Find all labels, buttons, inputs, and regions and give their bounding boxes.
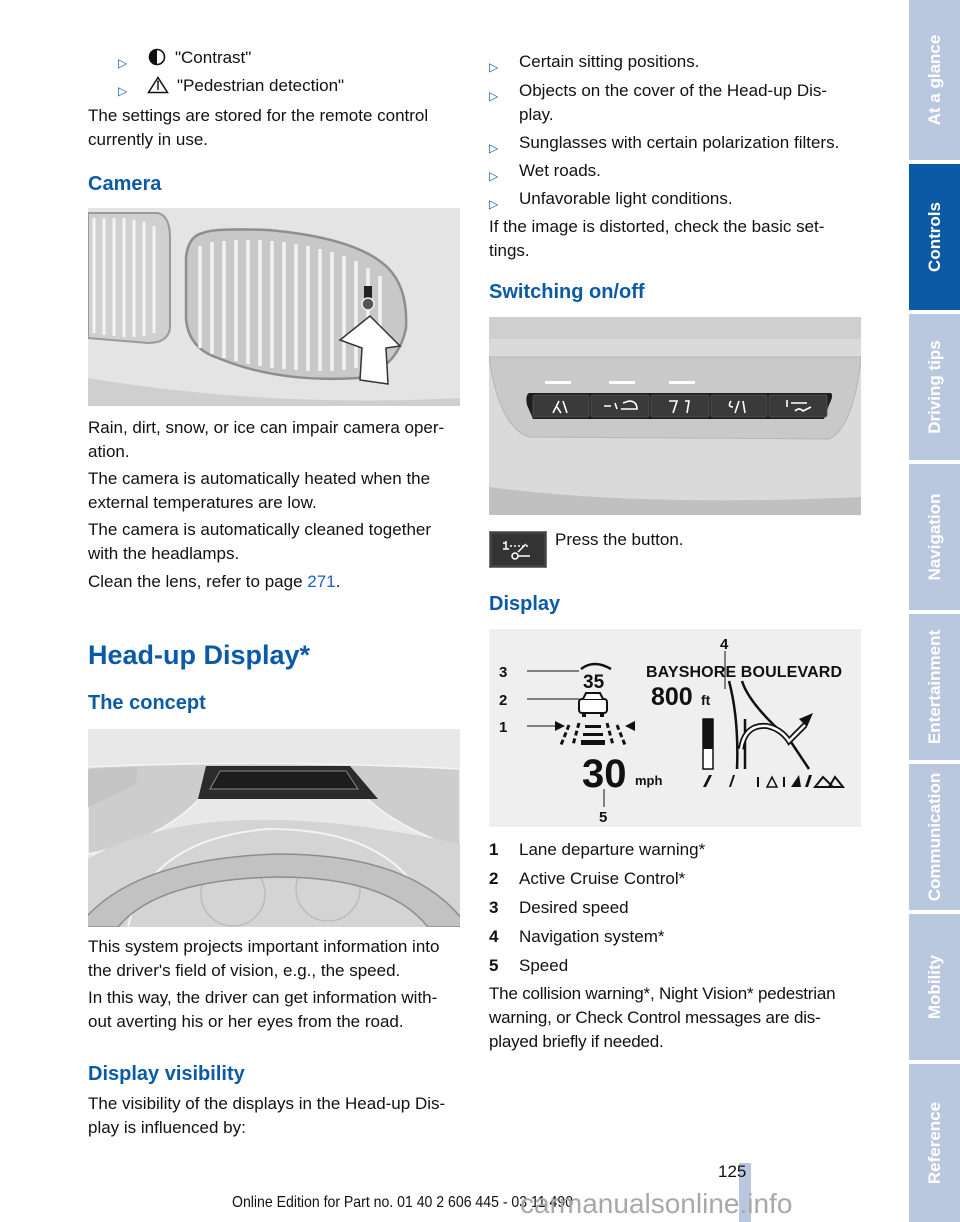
concept-heading: The concept [88,692,206,714]
tab-label: Mobility [924,954,944,1020]
camera-para: Rain, dirt, snow, or ice can impair came… [88,418,445,461]
button-panel-figure [489,317,861,515]
tab-communication[interactable]: Communication [909,764,960,910]
camera-grille-figure [88,208,460,406]
callout-5: 5 [599,809,607,826]
bullet-triangle-icon: ▷ [118,84,128,98]
clean-lens-para: Clean the lens, refer to page 271. [88,570,463,594]
switching-heading: Switching on/off [489,281,645,303]
distance-value: 800 [651,683,693,711]
visibility-heading: Display visibility [88,1063,245,1085]
callout-2: 2 [499,692,507,709]
bullet-triangle-icon: ▷ [489,60,499,74]
speed-unit: mph [635,773,663,788]
bullet-triangle-icon: ▷ [489,141,499,155]
influence-text: Certain sitting positions. [519,52,700,71]
legend-number: 1 [489,840,499,859]
legend-number: 2 [489,869,499,888]
camera-para: The camera is automatically heated when … [88,469,431,512]
street-name: BAYSHORE BOULEVARD [646,664,842,681]
tab-mobility[interactable]: Mobility [909,914,960,1060]
tab-at-a-glance[interactable]: At a glance [909,0,960,160]
camera-para: The camera is automatically cleaned toge… [88,520,432,563]
tab-label: Entertainment [924,629,944,745]
legend-text: Navigation system* [519,927,665,946]
bullet-text: "Pedestrian detection" [177,76,345,95]
tab-label: Driving tips [924,340,944,434]
current-speed: 30 [582,752,627,796]
hud-button-icon[interactable] [489,531,547,568]
closing-note: The collision warning*, Night Vision* pe… [489,984,836,1051]
bullet-triangle-icon: ▷ [489,169,499,183]
legend-number: 5 [489,956,499,975]
page-number: 125 [718,1162,747,1181]
concept-para: In this way, the driver can get informat… [88,988,438,1031]
tab-navigation[interactable]: Navigation [909,464,960,610]
visibility-intro: The visibility of the displays in the He… [88,1094,446,1137]
influence-text: Objects on the cover of the Head-up Dis-… [519,81,828,124]
tab-label: Navigation [924,493,944,581]
tab-entertainment[interactable]: Entertainment [909,614,960,760]
tab-label: Reference [924,1101,944,1185]
distance-unit: ft [701,692,711,708]
chapter-tabs: At a glance Controls Driving tips Naviga… [909,0,960,1222]
watermark: carmanualsonline.info [520,1188,793,1219]
influence-text: Unfavorable light conditions. [519,189,733,208]
hud-dashboard-figure [88,729,460,927]
set-speed: 35 [583,672,605,693]
bullet-text: "Contrast" [175,48,252,67]
tab-reference[interactable]: Reference [909,1064,960,1222]
display-heading: Display [489,593,561,615]
tab-label: Controls [924,202,944,272]
legend-number: 4 [489,927,499,946]
camera-heading: Camera [88,173,162,195]
legend-text: Speed [519,956,569,975]
hud-heading: Head-up Display* [88,640,311,670]
tab-label: At a glance [924,34,944,126]
contrast-icon [148,46,166,70]
bullet-triangle-icon: ▷ [118,56,128,70]
car-icon [578,692,608,717]
settings-note: The settings are stored for the remote c… [88,106,429,149]
clean-lens-text: Clean the lens, refer to page [88,572,308,591]
callout-1: 1 [499,719,507,736]
influence-text: Sunglasses with certain polarization fil… [519,133,840,152]
tab-controls[interactable]: Controls [909,164,960,310]
influence-text: Wet roads. [519,161,601,180]
legend-text: Active Cruise Control* [519,869,686,888]
legend-text: Desired speed [519,898,629,917]
press-button-text: Press the button. [555,530,684,549]
tab-driving-tips[interactable]: Driving tips [909,314,960,460]
callout-4: 4 [720,636,729,653]
bullet-triangle-icon: ▷ [489,89,499,103]
callout-3: 3 [499,664,507,681]
concept-para: This system projects important informati… [88,937,440,980]
legend-text: Lane departure warning* [519,840,706,859]
legend-number: 3 [489,898,499,917]
tab-label: Communication [924,772,944,902]
pedestrian-warning-icon [147,74,169,98]
page-link[interactable]: 271 [307,572,335,591]
period: . [335,572,341,591]
bullet-triangle-icon: ▷ [489,197,499,211]
distorted-note: If the image is distorted, check the bas… [489,217,825,260]
hud-display-figure: 3 2 1 4 5 35 30 mph BAYSHORE BOULEVARD 8… [489,629,861,827]
